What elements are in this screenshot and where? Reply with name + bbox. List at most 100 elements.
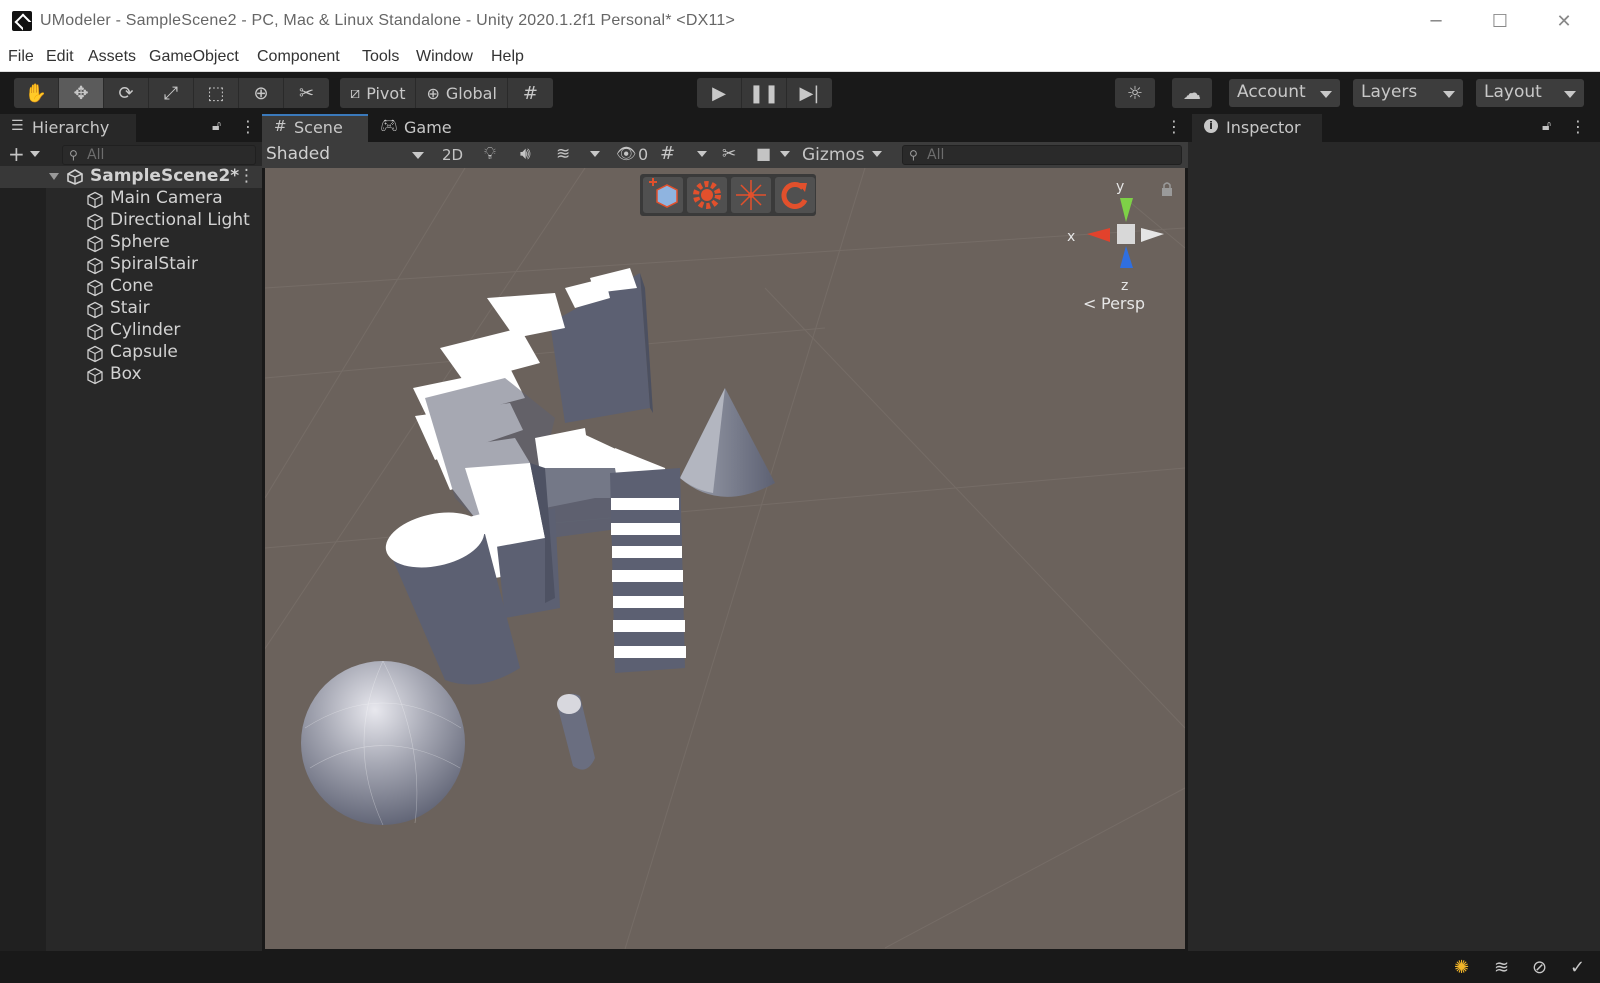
- draw-mode-dropdown[interactable]: Shaded: [266, 144, 430, 166]
- hierarchy-item[interactable]: Stair: [0, 298, 262, 320]
- rect-tool-icon[interactable]: ⬚: [194, 78, 239, 108]
- play-button[interactable]: ▶: [697, 78, 742, 108]
- audio-icon[interactable]: 🔊︎: [520, 144, 531, 164]
- pivot-label: Pivot: [366, 83, 406, 103]
- step-button[interactable]: ▶|: [787, 78, 832, 108]
- tab-hierarchy[interactable]: ☰ Hierarchy: [0, 114, 136, 142]
- menu-component[interactable]: Component: [257, 48, 340, 66]
- layout-dropdown[interactable]: Layout: [1476, 79, 1584, 107]
- hierarchy-tabstrip: ☰ Hierarchy 🔓︎ ⋮: [0, 114, 262, 142]
- umodeler-pivot-button[interactable]: [731, 177, 771, 213]
- effects-icon[interactable]: ≋: [556, 144, 570, 164]
- playback-controls: ▶ ❚❚ ▶|: [697, 78, 832, 108]
- hierarchy-item-label: Sphere: [110, 232, 170, 252]
- menu-gameobject[interactable]: GameObject: [149, 48, 239, 66]
- hierarchy-item-label: SpiralStair: [110, 254, 199, 274]
- move-tool-icon[interactable]: ✥: [59, 78, 104, 108]
- scene-row[interactable]: SampleScene2* ⋮: [0, 166, 262, 188]
- layers-label: Layers: [1361, 82, 1418, 102]
- hierarchy-search-input[interactable]: ⚲ All: [62, 145, 256, 165]
- hierarchy-item[interactable]: Cylinder: [0, 320, 262, 342]
- global-toggle[interactable]: ⊕ Global: [416, 78, 508, 108]
- close-button[interactable]: ✕: [1532, 0, 1596, 44]
- menu-edit[interactable]: Edit: [46, 48, 74, 66]
- hierarchy-item[interactable]: Capsule: [0, 342, 262, 364]
- hierarchy-item[interactable]: Directional Light: [0, 210, 262, 232]
- grid-toggle-icon[interactable]: #: [660, 143, 675, 164]
- account-dropdown[interactable]: Account: [1229, 79, 1340, 107]
- effects-dropdown-icon[interactable]: [590, 151, 600, 157]
- grid-snap-icon[interactable]: #: [508, 78, 553, 108]
- scene-more-options-icon[interactable]: ⋮: [1166, 117, 1182, 136]
- more-options-icon[interactable]: ⋮: [240, 117, 256, 136]
- hierarchy-item-label: Directional Light: [110, 210, 250, 230]
- umodeler-reset-button[interactable]: [775, 177, 815, 213]
- scene-tab-label: Scene: [294, 118, 343, 137]
- gameobject-cube-icon: [86, 235, 104, 253]
- menu-window[interactable]: Window: [416, 48, 473, 66]
- global-label: Global: [445, 83, 497, 103]
- progress-status-icon[interactable]: ✓: [1570, 957, 1592, 979]
- gizmos-dropdown[interactable]: Gizmos: [802, 145, 865, 165]
- lock-icon[interactable]: 🔓︎: [212, 118, 221, 134]
- menu-help[interactable]: Help: [491, 48, 524, 66]
- layers-dropdown[interactable]: Layers: [1353, 79, 1463, 107]
- rotate-tool-icon[interactable]: ⟳: [104, 78, 149, 108]
- tab-game[interactable]: 🎮︎ Game: [370, 114, 470, 142]
- scale-tool-icon[interactable]: ⤢: [149, 78, 194, 108]
- game-tab-label: Game: [404, 118, 452, 137]
- scene-search-input[interactable]: ⚲ All: [902, 145, 1182, 165]
- inspector-lock-icon[interactable]: 🔓︎: [1542, 118, 1551, 134]
- umodeler-settings-button[interactable]: [687, 177, 727, 213]
- camera-icon[interactable]: ■: [756, 144, 771, 163]
- camera-dropdown-icon[interactable]: [780, 151, 790, 157]
- gizmo-lock-icon[interactable]: [1162, 182, 1172, 196]
- minimize-button[interactable]: ─: [1404, 0, 1468, 44]
- hierarchy-item[interactable]: Main Camera: [0, 188, 262, 210]
- add-button[interactable]: +: [8, 142, 25, 166]
- hidden-objects-icon[interactable]: 👁︎: [616, 144, 636, 163]
- tools-icon[interactable]: ✂: [722, 144, 736, 164]
- layers-status-icon[interactable]: ≋: [1494, 957, 1516, 979]
- collab-icon[interactable]: ☼: [1115, 78, 1155, 108]
- menu-assets[interactable]: Assets: [88, 48, 136, 66]
- lighting-icon[interactable]: 💡︎: [484, 144, 496, 164]
- tab-inspector[interactable]: i Inspector: [1192, 114, 1322, 142]
- menu-file[interactable]: File: [8, 48, 34, 66]
- pause-button[interactable]: ❚❚: [742, 78, 787, 108]
- hand-tool-icon[interactable]: ✋: [14, 78, 59, 108]
- transform-tool-icon[interactable]: ⊕: [239, 78, 284, 108]
- inspector-tabstrip: i Inspector 🔓︎ ⋮: [1188, 114, 1600, 142]
- debug-icon[interactable]: ⊘: [1532, 957, 1554, 979]
- hierarchy-item-label: Cone: [110, 276, 154, 296]
- tab-scene[interactable]: # Scene: [262, 114, 368, 142]
- layout-label: Layout: [1484, 82, 1542, 102]
- pivot-toggle[interactable]: ⧄ Pivot: [340, 78, 417, 108]
- menu-tools[interactable]: Tools: [362, 48, 399, 66]
- pivot-global-group: ⧄ Pivot ⊕ Global #: [340, 78, 553, 108]
- gizmos-chevron-icon[interactable]: [872, 151, 882, 157]
- hierarchy-item[interactable]: Box: [0, 364, 262, 386]
- maximize-button[interactable]: ☐: [1468, 0, 1532, 44]
- hierarchy-item[interactable]: Cone: [0, 276, 262, 298]
- cloud-icon[interactable]: ☁: [1172, 78, 1212, 108]
- 2d-toggle[interactable]: 2D: [442, 146, 463, 164]
- gameobject-cube-icon: [86, 367, 104, 385]
- grid-dropdown-icon[interactable]: [697, 151, 707, 157]
- expand-arrow-icon[interactable]: [49, 173, 59, 180]
- add-dropdown-icon[interactable]: [30, 151, 40, 157]
- scene-viewport[interactable]: y x z < Persp: [265, 168, 1185, 949]
- unity-logo-icon: [12, 11, 32, 31]
- scene-more-icon[interactable]: ⋮: [238, 166, 255, 186]
- hierarchy-item-label: Cylinder: [110, 320, 181, 340]
- hierarchy-item[interactable]: Sphere: [0, 232, 262, 254]
- orientation-gizmo[interactable]: y x z < Persp: [1067, 179, 1164, 313]
- custom-tool-icon[interactable]: ✂: [284, 78, 329, 108]
- scene-search-placeholder: All: [927, 147, 945, 163]
- hierarchy-item[interactable]: SpiralStair: [0, 254, 262, 276]
- transform-tools: ✋ ✥ ⟳ ⤢ ⬚ ⊕ ✂: [14, 78, 329, 108]
- umodeler-add-object-button[interactable]: [643, 177, 683, 213]
- chevron-down-icon: [1564, 91, 1576, 98]
- auto-generate-lighting-icon[interactable]: ✺: [1454, 957, 1476, 979]
- inspector-more-icon[interactable]: ⋮: [1570, 117, 1586, 136]
